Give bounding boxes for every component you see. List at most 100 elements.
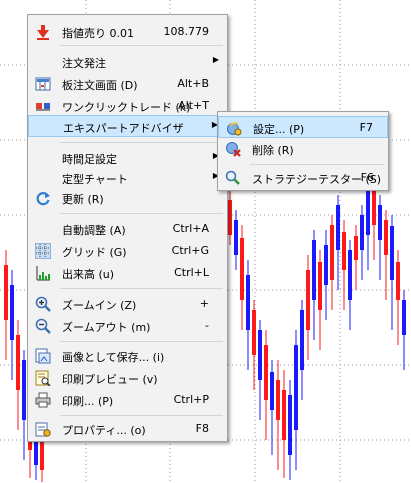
- submenu-item-ea-settings[interactable]: 設定... (P) F7: [218, 116, 388, 138]
- submenu-item-label: 削除 (R): [252, 144, 294, 157]
- menu-separator: [60, 415, 223, 416]
- candle-body: [288, 395, 292, 455]
- menu-item-shortcut: Alt+T: [178, 99, 209, 112]
- zoom-out-icon: [35, 318, 51, 334]
- one-click-trade-icon: [35, 98, 51, 114]
- candle-body: [16, 335, 20, 390]
- ea-settings-icon: [226, 120, 242, 136]
- menu-item-properties[interactable]: プロパティ... (o) F8: [28, 418, 227, 440]
- menu-item-templates[interactable]: 定型チャート ▶: [28, 167, 227, 189]
- submenu-item-ea-remove[interactable]: 削除 (R): [218, 138, 388, 160]
- menu-item-zoom-in[interactable]: ズームイン (Z) +: [28, 293, 227, 315]
- candle-body: [348, 250, 352, 300]
- menu-separator: [60, 213, 223, 214]
- volume-icon: [35, 265, 51, 281]
- menu-item-sell-limit[interactable]: 指値売り 0.01 108.779: [28, 21, 227, 43]
- menu-separator: [60, 142, 223, 143]
- submenu-item-shortcut: F6: [360, 171, 374, 184]
- menu-item-label: 定型チャート: [62, 173, 128, 186]
- menu-item-label: 出来高 (u): [62, 268, 115, 281]
- menu-separator: [60, 341, 223, 342]
- candle-body: [396, 262, 400, 300]
- order-book-icon: [35, 76, 51, 92]
- submenu-item-shortcut: F7: [359, 121, 373, 134]
- candle-body: [300, 310, 304, 370]
- save-image-icon: [35, 348, 51, 364]
- candle-body: [306, 270, 310, 330]
- candle-body: [234, 220, 238, 255]
- candle-body: [282, 390, 286, 440]
- menu-item-one-click-trading[interactable]: ワンクリックトレード (k) Alt+T: [28, 95, 227, 117]
- candle-body: [342, 232, 346, 270]
- menu-item-volumes[interactable]: 出来高 (u) Ctrl+L: [28, 262, 227, 284]
- ea-remove-icon: [225, 141, 241, 157]
- submenu-item-label: 設定... (P): [253, 123, 305, 136]
- refresh-icon: [35, 190, 51, 206]
- menu-item-label: グリッド (G): [62, 246, 127, 259]
- menu-item-new-order[interactable]: 注文発注 ▶: [28, 51, 227, 73]
- candle-body: [270, 372, 274, 410]
- candle-body: [276, 380, 280, 420]
- zoom-in-icon: [35, 296, 51, 312]
- menu-item-expert-advisors[interactable]: エキスパートアドバイザ ▶: [28, 115, 227, 137]
- menu-item-timeframes[interactable]: 時間足設定 ▶: [28, 147, 227, 169]
- menu-item-shortcut: F8: [195, 422, 209, 435]
- candle-body: [312, 240, 316, 300]
- candle-body: [324, 245, 328, 285]
- candle-body: [40, 440, 44, 470]
- menu-item-print-preview[interactable]: 印刷プレビュー (v): [28, 367, 227, 389]
- candle-body: [228, 200, 232, 235]
- candle-body: [378, 205, 382, 240]
- candle-body: [294, 345, 298, 430]
- menu-item-shortcut: Ctrl+G: [171, 244, 209, 257]
- strategy-tester-icon: [225, 170, 241, 186]
- menu-item-print[interactable]: 印刷... (P) Ctrl+P: [28, 389, 227, 411]
- candle-body: [264, 345, 268, 400]
- menu-item-shortcut: -: [205, 319, 209, 332]
- menu-item-label: 印刷プレビュー (v): [62, 373, 158, 386]
- menu-item-refresh[interactable]: 更新 (R): [28, 187, 227, 209]
- grid-icon: [34, 242, 52, 260]
- menu-item-shortcut: Ctrl+A: [172, 222, 209, 235]
- menu-item-order-book[interactable]: 板注文画面 (D) Alt+B: [28, 73, 227, 95]
- menu-item-label: 更新 (R): [62, 193, 104, 206]
- menu-item-label: 注文発注: [62, 57, 106, 70]
- candle-body: [330, 225, 334, 280]
- menu-item-label: ワンクリックトレード (k): [62, 101, 191, 114]
- print-preview-icon: [35, 370, 51, 387]
- menu-separator: [60, 45, 223, 46]
- candle-body: [258, 330, 262, 380]
- menu-item-zoom-out[interactable]: ズームアウト (m) -: [28, 315, 227, 337]
- expert-advisors-submenu: 設定... (P) F7 削除 (R) ストラテジーテスター (S) F6: [217, 111, 389, 191]
- submenu-item-strategy-tester[interactable]: ストラテジーテスター (S) F6: [218, 167, 388, 189]
- candle-body: [360, 215, 364, 250]
- candle-body: [22, 360, 26, 420]
- candle-body: [354, 236, 358, 260]
- candle-body: [336, 205, 340, 250]
- menu-item-label: 時間足設定: [62, 153, 117, 166]
- print-icon: [35, 392, 51, 408]
- menu-separator: [60, 288, 223, 289]
- menu-item-label: ズームアウト (m): [62, 321, 151, 334]
- menu-item-shortcut: Ctrl+L: [174, 266, 209, 279]
- chart-context-menu: 指値売り 0.01 108.779 注文発注 ▶ 板注文画面 (D) Alt+B…: [27, 14, 228, 442]
- menu-item-label: エキスパートアドバイザ: [63, 122, 184, 135]
- candle-body: [240, 238, 244, 300]
- candle-body: [384, 220, 388, 255]
- sell-arrow-icon: [35, 24, 51, 40]
- menu-item-grid[interactable]: グリッド (G) Ctrl+G: [28, 240, 227, 262]
- menu-item-auto-scroll[interactable]: 自動調整 (A) Ctrl+A: [28, 218, 227, 240]
- menu-item-shortcut: Ctrl+P: [173, 393, 209, 406]
- menu-item-label: 板注文画面 (D): [62, 79, 138, 92]
- menu-item-label: 自動調整 (A): [62, 224, 126, 237]
- menu-item-shortcut: 108.779: [163, 25, 210, 38]
- menu-item-shortcut: +: [199, 297, 209, 310]
- menu-item-label: 指値売り 0.01: [62, 27, 134, 40]
- menu-separator: [250, 164, 384, 165]
- candle-body: [252, 310, 256, 355]
- candle-body: [402, 300, 406, 335]
- menu-item-save-as-picture[interactable]: 画像として保存... (i): [28, 345, 227, 367]
- menu-item-label: 画像として保存... (i): [62, 351, 165, 364]
- menu-item-label: プロパティ... (o): [62, 424, 146, 437]
- menu-item-label: 印刷... (P): [62, 395, 114, 408]
